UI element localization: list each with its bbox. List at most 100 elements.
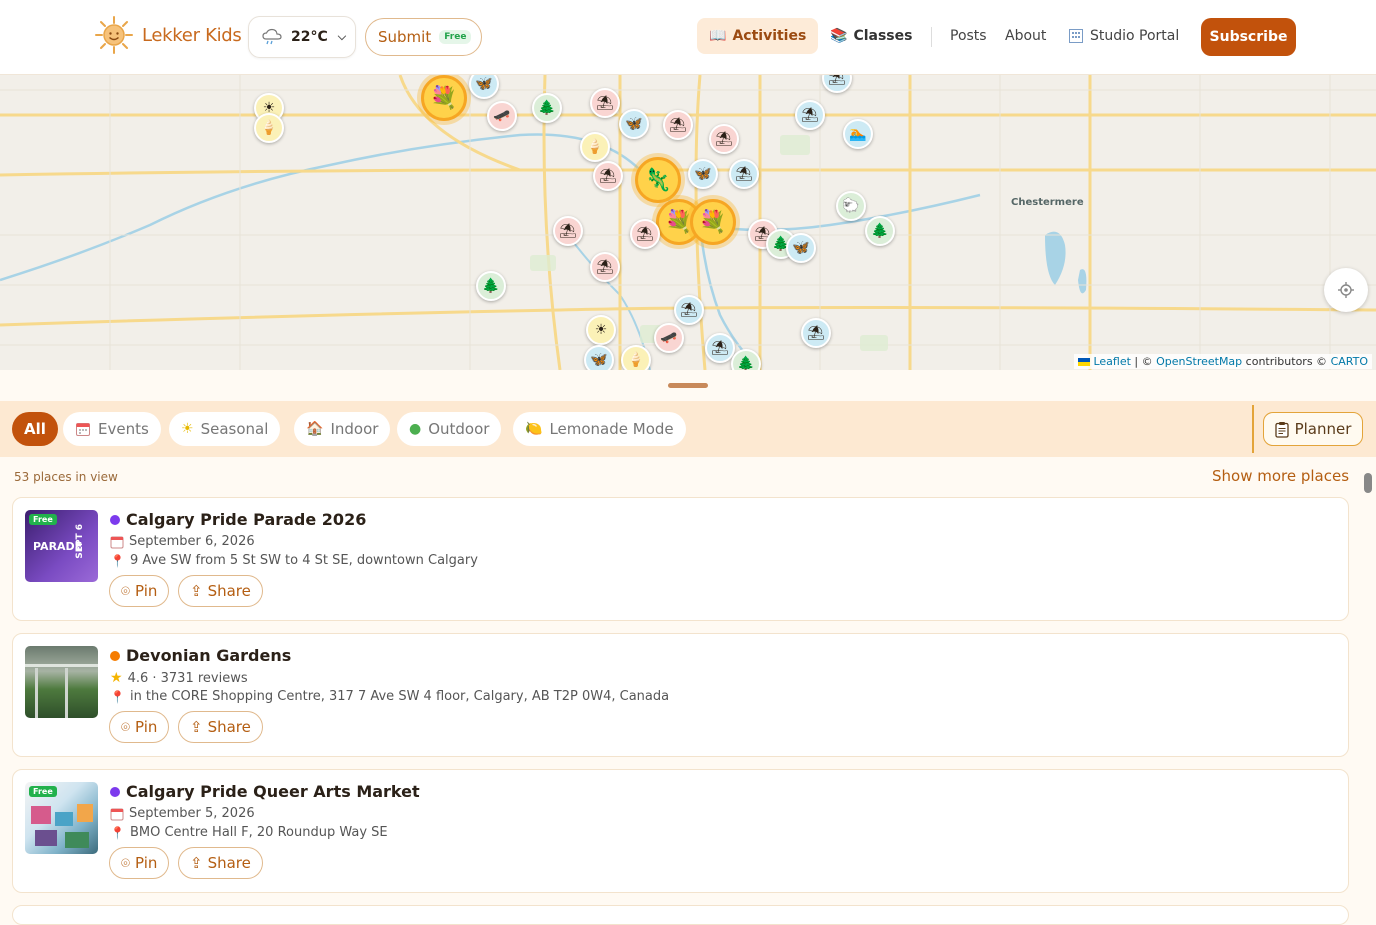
map-marker-swing[interactable]: ⛱ <box>593 161 623 191</box>
place-title[interactable]: Calgary Pride Queer Arts Market <box>110 782 420 801</box>
map-marker-park[interactable]: 🌲 <box>532 93 562 123</box>
drag-handle[interactable] <box>668 383 708 388</box>
map-marker-splash-park[interactable]: ⛱ <box>729 159 759 189</box>
map-marker-ice-cream[interactable]: 🍦 <box>254 113 284 143</box>
nav-classes[interactable]: 📚 Classes <box>820 18 922 54</box>
map-marker-pool[interactable]: 🏊 <box>843 119 873 149</box>
sun-icon: ☀ <box>181 421 194 437</box>
pin-icon: 📍 <box>110 689 125 704</box>
place-address: 📍 9 Ave SW from 5 St SW to 4 St SE, down… <box>110 553 478 568</box>
filter-chip-all[interactable]: All <box>12 412 58 446</box>
lemon-icon: 🍋 <box>525 421 543 437</box>
star-icon: ★ <box>110 670 123 686</box>
submit-button[interactable]: Submit Free <box>365 18 482 56</box>
places-count: 53 places in view <box>14 470 118 484</box>
filter-chip-indoor[interactable]: 🏠 Indoor <box>294 412 391 446</box>
share-button[interactable]: ⇪ Share <box>178 575 263 607</box>
place-thumbnail <box>25 646 98 718</box>
locate-me-button[interactable] <box>1324 268 1368 312</box>
share-button[interactable]: ⇪ Share <box>178 711 263 743</box>
clipboard-icon <box>1274 421 1289 438</box>
map-marker-skate[interactable]: 🛹 <box>487 101 517 131</box>
pin-button[interactable]: ⌾ Pin <box>109 711 170 743</box>
filter-divider <box>1252 405 1254 453</box>
category-dot <box>110 786 120 797</box>
map-marker-park[interactable]: 🌲 <box>865 216 895 246</box>
map-marker-playground[interactable]: 🦋 <box>688 159 718 189</box>
map-marker-swing[interactable]: ⛱ <box>590 88 620 118</box>
filter-chip-label: Events <box>98 420 149 438</box>
nav-studio-portal-label: Studio Portal <box>1090 28 1180 44</box>
map-marker-swing[interactable]: ⛱ <box>709 124 739 154</box>
share-label: Share <box>207 854 251 872</box>
place-card[interactable]: Free Calgary Pride Queer Arts Market Sep… <box>12 769 1349 893</box>
place-address: 📍 in the CORE Shopping Centre, 317 7 Ave… <box>110 689 669 704</box>
map-marker-ice-cream[interactable]: 🍦 <box>621 345 651 370</box>
filter-chip-events[interactable]: Events <box>63 412 161 446</box>
carto-link[interactable]: CARTO <box>1331 355 1368 368</box>
free-badge: Free <box>29 514 57 525</box>
map-marker-featured-event[interactable]: 💐 <box>421 75 467 121</box>
nav-activities[interactable]: 📖 Activities <box>697 18 819 54</box>
map-marker-swing[interactable]: ⛱ <box>630 219 660 249</box>
planner-label: Planner <box>1294 420 1352 438</box>
filter-chip-label: All <box>24 420 46 438</box>
map-marker-swing[interactable]: ⛱ <box>553 216 583 246</box>
nav-divider <box>931 27 932 47</box>
map-marker-playground[interactable]: 🦋 <box>786 233 816 263</box>
nav-activities-label: Activities <box>732 28 807 44</box>
map-marker-playground[interactable]: 🦋 <box>584 345 614 370</box>
subscribe-button[interactable]: Subscribe <box>1201 18 1296 56</box>
openstreetmap-link[interactable]: OpenStreetMap <box>1156 355 1242 368</box>
map-marker-seasonal[interactable]: ☀ <box>586 315 616 345</box>
attribution-sep: | © <box>1130 355 1157 368</box>
map-view[interactable]: ☀ 🍦 💐 🦋 🛹 🌲 ⛱ 🦋 ⛱ 🍦 ⛱ ⛱ ⛱ 🏊 ⛱ 🦎 🦋 ⛱ 💐 💐 … <box>0 75 1376 370</box>
map-marker-farm[interactable]: 🐑 <box>836 191 866 221</box>
map-marker-featured-event[interactable]: 💐 <box>690 199 736 245</box>
map-marker-ice-cream[interactable]: 🍦 <box>580 132 610 162</box>
place-date-text: September 6, 2026 <box>129 534 255 549</box>
leaflet-link[interactable]: Leaflet <box>1093 355 1130 368</box>
filter-chip-label: Lemonade Mode <box>549 420 674 438</box>
books-icon: 📚 <box>830 28 848 44</box>
map-marker-skate[interactable]: 🛹 <box>654 323 684 353</box>
pin-icon: 📍 <box>110 553 125 568</box>
nav-about[interactable]: About <box>1005 18 1046 54</box>
place-card[interactable]: Free PARADE SEPT 6 Calgary Pride Parade … <box>12 497 1349 621</box>
place-card[interactable]: Devonian Gardens ★ 4.6 · 3731 reviews 📍 … <box>12 633 1349 757</box>
map-marker-playground[interactable]: 🦋 <box>619 109 649 139</box>
nav-posts[interactable]: Posts <box>950 18 987 54</box>
place-title[interactable]: Devonian Gardens <box>110 646 291 665</box>
list-scrollbar[interactable] <box>1364 473 1372 493</box>
filter-chip-lemonade-mode[interactable]: 🍋 Lemonade Mode <box>513 412 686 446</box>
filter-chip-seasonal[interactable]: ☀ Seasonal <box>169 412 281 446</box>
map-marker-swing[interactable]: ⛱ <box>590 252 620 282</box>
map-marker-splash-park[interactable]: ⛱ <box>801 318 831 348</box>
place-card-partial[interactable] <box>12 905 1349 925</box>
map-marker-swing[interactable]: ⛱ <box>663 110 693 140</box>
nav-about-label: About <box>1005 28 1047 44</box>
place-title[interactable]: Calgary Pride Parade 2026 <box>110 510 366 529</box>
share-button[interactable]: ⇪ Share <box>178 847 263 879</box>
pin-icon: 📍 <box>110 825 125 840</box>
map-pin-icon: ⌾ <box>121 854 131 872</box>
brand-logo[interactable]: Lekker Kids <box>94 15 242 55</box>
show-more-places-link[interactable]: Show more places <box>1212 467 1349 485</box>
map-marker-splash-park[interactable]: ⛱ <box>705 333 735 363</box>
nav-posts-label: Posts <box>950 28 987 44</box>
weather-dropdown[interactable]: 22°C ⌵ <box>248 16 356 58</box>
calendar-icon <box>110 808 124 820</box>
pin-button[interactable]: ⌾ Pin <box>109 575 170 607</box>
filter-chip-label: Outdoor <box>428 420 490 438</box>
map-marker-splash-park[interactable]: ⛱ <box>674 295 704 325</box>
map-marker-featured-event[interactable]: 🦎 <box>635 157 681 203</box>
nav-studio-portal[interactable]: Studio Portal <box>1068 18 1179 54</box>
map-marker-splash-park[interactable]: ⛱ <box>795 100 825 130</box>
map-town-label: Chestermere <box>1011 197 1084 208</box>
filter-chip-outdoor[interactable]: ● Outdoor <box>397 412 502 446</box>
map-marker-park[interactable]: 🌲 <box>476 271 506 301</box>
map-pin-icon: ⌾ <box>121 718 131 736</box>
share-icon: ⇪ <box>190 854 203 872</box>
pin-button[interactable]: ⌾ Pin <box>109 847 170 879</box>
planner-button[interactable]: Planner <box>1263 412 1363 446</box>
